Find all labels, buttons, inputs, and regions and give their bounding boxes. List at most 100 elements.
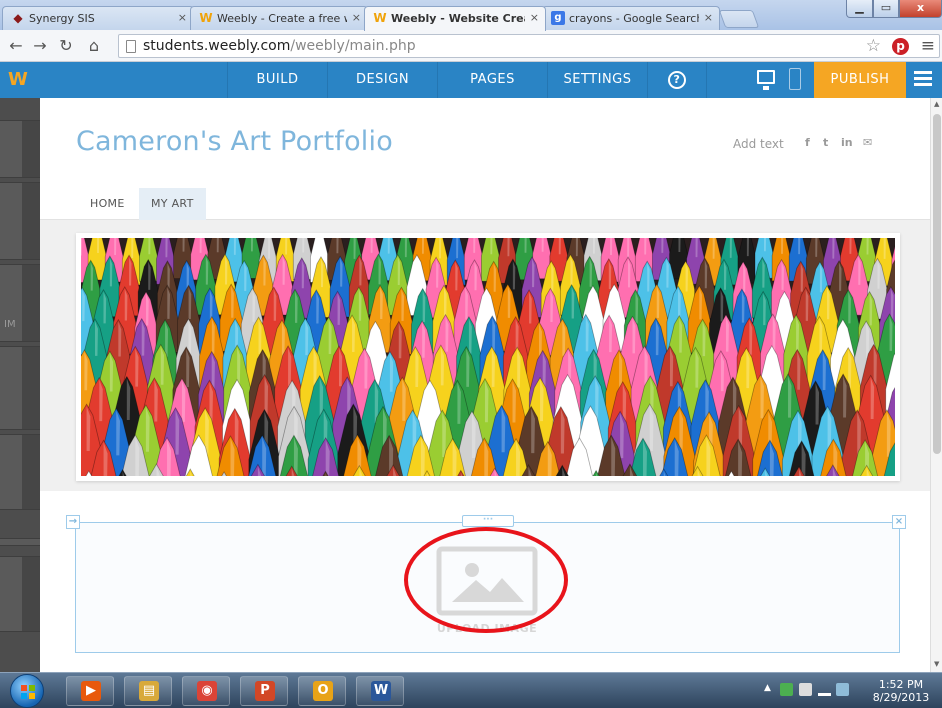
crayon-highlight: [131, 238, 134, 259]
close-icon[interactable]: ×: [704, 11, 713, 24]
add-text-link[interactable]: Add text: [733, 137, 784, 151]
clock-date: 8/29/2013: [872, 691, 930, 704]
twitter-icon[interactable]: t: [823, 136, 828, 149]
delete-icon[interactable]: ×: [892, 515, 906, 529]
tab-weebly-create[interactable]: W Weebly - Create a free wel ×: [190, 6, 368, 30]
desktop-view-icon[interactable]: [757, 70, 775, 90]
crayon-highlight: [439, 238, 442, 259]
elements-side-panel: IM: [0, 98, 40, 672]
taskbar-app-powerpoint[interactable]: P: [240, 676, 288, 706]
taskbar-app-file-explorer[interactable]: ▤: [124, 676, 172, 706]
taskbar-app-outlook[interactable]: O: [298, 676, 346, 706]
browser-toolbar: ← → ↻ ⌂ students.weebly.com/weebly/main.…: [0, 30, 942, 62]
crayon-highlight: [883, 238, 886, 259]
taskbar-app-word[interactable]: W: [356, 676, 404, 706]
browser-menu-icon[interactable]: ≡: [921, 36, 935, 56]
tab-google-search[interactable]: g crayons - Google Search ×: [542, 6, 720, 30]
forward-arrow-icon[interactable]: →: [30, 36, 50, 56]
weebly-icon: W: [373, 11, 387, 25]
move-arrow-icon[interactable]: →: [66, 515, 80, 529]
bookmark-star-icon[interactable]: ☆: [866, 36, 881, 56]
scroll-up-icon[interactable]: ▲: [934, 100, 939, 108]
new-tab-button[interactable]: [718, 10, 760, 28]
crayon-highlight: [866, 238, 869, 255]
tab-pages[interactable]: PAGES: [437, 62, 547, 98]
address-bar[interactable]: students.weebly.com/weebly/main.php ☆ p …: [118, 34, 940, 58]
element-tile[interactable]: [0, 346, 40, 430]
close-icon[interactable]: ×: [178, 11, 187, 24]
email-icon[interactable]: ✉: [863, 136, 872, 149]
site-title[interactable]: Cameron's Art Portfolio: [76, 126, 393, 157]
crayon-highlight: [678, 238, 681, 253]
nav-my-art[interactable]: MY ART: [139, 188, 206, 220]
crayon-highlight: [319, 238, 322, 256]
element-tile[interactable]: [0, 556, 40, 632]
tab-synergy-sis[interactable]: ◆ Synergy SIS ×: [2, 6, 194, 30]
tray-app-icon[interactable]: [780, 683, 793, 696]
crayon-highlight: [422, 238, 425, 254]
help-button[interactable]: ?: [647, 62, 707, 98]
linkedin-icon[interactable]: in: [841, 136, 853, 149]
drag-handle[interactable]: ···: [462, 515, 514, 527]
tab-weebly-editor[interactable]: W Weebly - Website Creatior ×: [364, 6, 546, 31]
page-scrollbar[interactable]: ▲ ▼: [930, 98, 942, 672]
crayon-highlight: [627, 238, 630, 258]
volume-icon[interactable]: [836, 683, 849, 696]
crayon-highlight: [233, 238, 237, 255]
tab-title: Weebly - Create a free wel: [217, 12, 347, 25]
crayon-highlight: [148, 238, 151, 255]
crayon-highlight: [558, 238, 561, 255]
window-close-button[interactable]: x: [899, 0, 942, 18]
crayon-highlight: [97, 238, 100, 253]
crayon-highlight: [353, 238, 356, 259]
tab-settings[interactable]: SETTINGS: [547, 62, 647, 98]
clock-time: 1:52 PM: [878, 678, 924, 691]
crayon-highlight: [541, 238, 544, 252]
url-text[interactable]: students.weebly.com/weebly/main.php: [143, 38, 416, 54]
crayon-highlight: [661, 238, 664, 253]
crayons-illustration: [81, 238, 895, 476]
crayon-highlight: [302, 238, 305, 253]
crayons-banner-image[interactable]: [81, 238, 895, 476]
tab-build[interactable]: BUILD: [227, 62, 327, 98]
close-icon[interactable]: ×: [352, 11, 361, 24]
crayon-highlight: [524, 238, 527, 253]
maximize-button[interactable]: ▭: [873, 0, 899, 18]
taskbar-app-media-player[interactable]: ▶: [66, 676, 114, 706]
facebook-icon[interactable]: f: [805, 136, 810, 149]
element-tile[interactable]: [0, 120, 40, 178]
image-placeholder-icon[interactable]: [436, 546, 538, 616]
nav-home[interactable]: HOME: [78, 188, 137, 220]
tray-expand-icon[interactable]: ▲: [764, 683, 777, 696]
reload-icon[interactable]: ↻: [56, 36, 76, 56]
crayon-highlight: [781, 238, 784, 254]
element-label: IM: [4, 319, 16, 330]
element-tile[interactable]: [0, 434, 40, 510]
scroll-down-icon[interactable]: ▼: [934, 660, 939, 668]
publish-button[interactable]: PUBLISH: [814, 62, 906, 98]
tab-title: Synergy SIS: [29, 12, 95, 25]
network-icon[interactable]: [818, 683, 831, 696]
start-button[interactable]: [10, 674, 44, 708]
element-tile[interactable]: [0, 264, 40, 342]
crayon-highlight: [815, 238, 818, 257]
system-clock[interactable]: 1:52 PM 8/29/2013: [865, 678, 937, 704]
crayon-highlight: [644, 238, 647, 255]
close-icon[interactable]: ×: [530, 11, 539, 24]
crayon-highlight: [473, 238, 476, 253]
weebly-logo-icon[interactable]: W: [8, 69, 30, 91]
mobile-view-icon[interactable]: [789, 68, 801, 90]
tab-design[interactable]: DESIGN: [327, 62, 437, 98]
crayon-highlight: [216, 238, 219, 253]
element-tile[interactable]: [0, 182, 40, 260]
scroll-thumb[interactable]: [933, 114, 941, 454]
tray-flag-icon[interactable]: [799, 683, 812, 696]
browser-tab-strip: ◆ Synergy SIS × W Weebly - Create a free…: [0, 0, 942, 31]
crayon-highlight: [182, 238, 185, 252]
back-arrow-icon[interactable]: ←: [6, 36, 26, 56]
home-icon[interactable]: ⌂: [84, 36, 104, 56]
hamburger-menu-icon[interactable]: [914, 71, 932, 89]
taskbar-app-chrome[interactable]: ◉: [182, 676, 230, 706]
minimize-button[interactable]: ▁: [846, 0, 873, 18]
pinterest-extension-icon[interactable]: p: [892, 38, 909, 55]
